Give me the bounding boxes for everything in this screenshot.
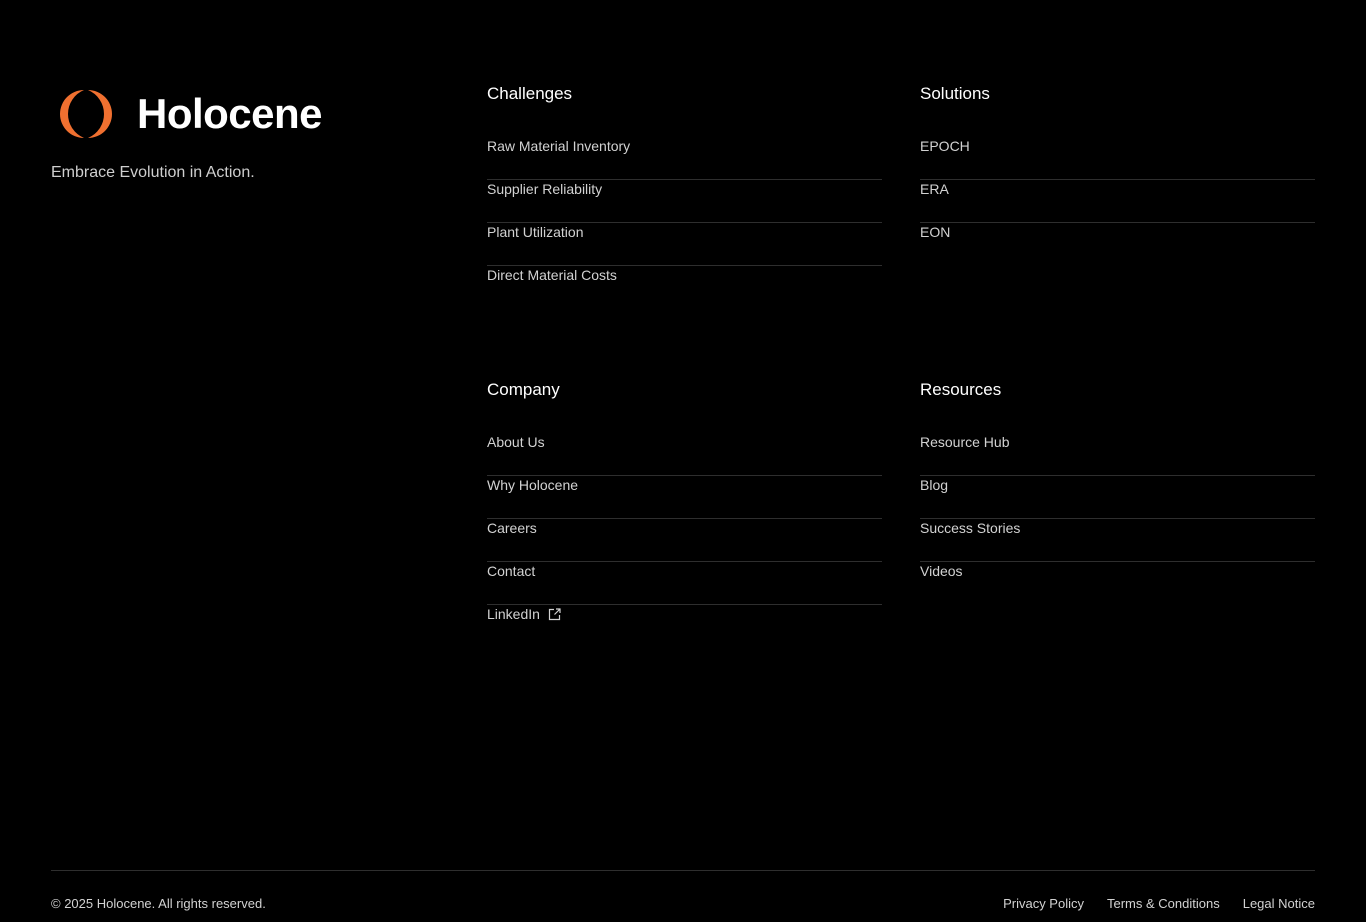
footer-column-solutions: Solutions EPOCH ERA EON [920,83,1315,266]
footer-divider [51,870,1315,871]
footer-column-company: Company About Us Why Holocene Careers Co… [487,379,882,648]
link-about-us[interactable]: About Us [487,433,545,451]
link-epoch[interactable]: EPOCH [920,137,970,155]
external-link-icon [548,607,561,620]
link-resource-hub[interactable]: Resource Hub [920,433,1010,451]
link-blog[interactable]: Blog [920,476,948,494]
list-item: Success Stories [920,519,1315,562]
link-raw-material-inventory[interactable]: Raw Material Inventory [487,137,630,155]
column-heading-resources: Resources [920,380,1002,399]
list-item: LinkedIn [487,605,882,648]
link-era[interactable]: ERA [920,180,949,198]
privacy-policy-link[interactable]: Privacy Policy [1003,896,1084,912]
company-list: About Us Why Holocene Careers Contact Li… [487,433,882,648]
link-eon[interactable]: EON [920,223,950,241]
footer-column-challenges: Challenges Raw Material Inventory Suppli… [487,83,882,309]
list-item: Raw Material Inventory [487,137,882,180]
list-item: ERA [920,180,1315,223]
legal-links: Privacy Policy Terms & Conditions Legal … [1003,896,1315,912]
list-item: Resource Hub [920,433,1315,476]
list-item: Why Holocene [487,476,882,519]
column-heading-company: Company [487,380,560,399]
list-item: EPOCH [920,137,1315,180]
link-why-holocene[interactable]: Why Holocene [487,476,578,494]
list-item: Contact [487,562,882,605]
link-careers[interactable]: Careers [487,519,537,537]
solutions-list: EPOCH ERA EON [920,137,1315,266]
footer-column-resources: Resources Resource Hub Blog Success Stor… [920,379,1315,605]
column-heading-challenges: Challenges [487,84,573,103]
terms-conditions-link[interactable]: Terms & Conditions [1107,896,1220,912]
list-item: About Us [487,433,882,476]
list-item: Blog [920,476,1315,519]
logo-link[interactable]: Holocene [51,88,323,140]
list-item: EON [920,223,1315,266]
list-item: Videos [920,562,1315,605]
list-item: Careers [487,519,882,562]
link-linkedin[interactable]: LinkedIn [487,605,561,623]
link-videos[interactable]: Videos [920,562,963,580]
holocene-logo-icon [60,90,112,138]
link-direct-material-costs[interactable]: Direct Material Costs [487,266,617,284]
column-heading-solutions: Solutions [920,84,990,103]
challenges-list: Raw Material Inventory Supplier Reliabil… [487,137,882,309]
brand-name: Holocene [137,90,323,137]
copyright-text: © 2025 Holocene. All rights reserved. [51,896,266,911]
list-item: Supplier Reliability [487,180,882,223]
brand-tagline: Embrace Evolution in Action. [51,164,255,181]
link-linkedin-label: LinkedIn [487,606,540,622]
link-success-stories[interactable]: Success Stories [920,519,1020,537]
list-item: Plant Utilization [487,223,882,266]
link-contact[interactable]: Contact [487,562,535,580]
link-supplier-reliability[interactable]: Supplier Reliability [487,180,602,198]
legal-notice-link[interactable]: Legal Notice [1243,896,1315,912]
resources-list: Resource Hub Blog Success Stories Videos [920,433,1315,605]
link-plant-utilization[interactable]: Plant Utilization [487,223,584,241]
list-item: Direct Material Costs [487,266,882,309]
brand: Holocene [51,88,323,140]
